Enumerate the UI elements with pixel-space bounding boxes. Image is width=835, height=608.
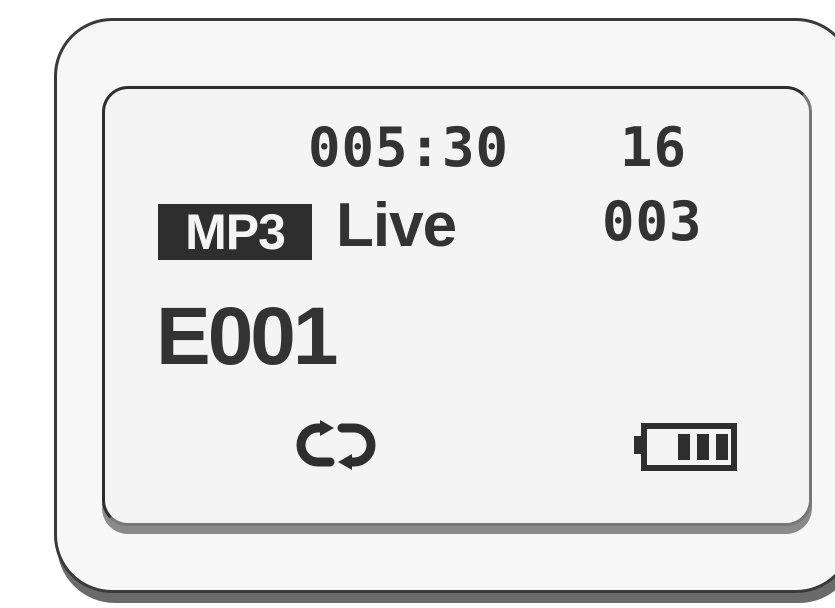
repeat-icon: [296, 420, 376, 470]
eq-mode: Live: [336, 191, 457, 260]
battery-bar: [697, 434, 709, 460]
battery-bar: [716, 434, 728, 460]
file-name: E001: [156, 291, 339, 382]
battery-icon: [634, 423, 737, 471]
track-number: 003: [602, 190, 703, 253]
elapsed-time: 005:30: [308, 116, 510, 179]
battery-bar: [678, 434, 690, 460]
volume-level: 16: [620, 116, 688, 179]
format-badge: MP3: [158, 204, 312, 260]
format-label: MP3: [185, 204, 286, 260]
